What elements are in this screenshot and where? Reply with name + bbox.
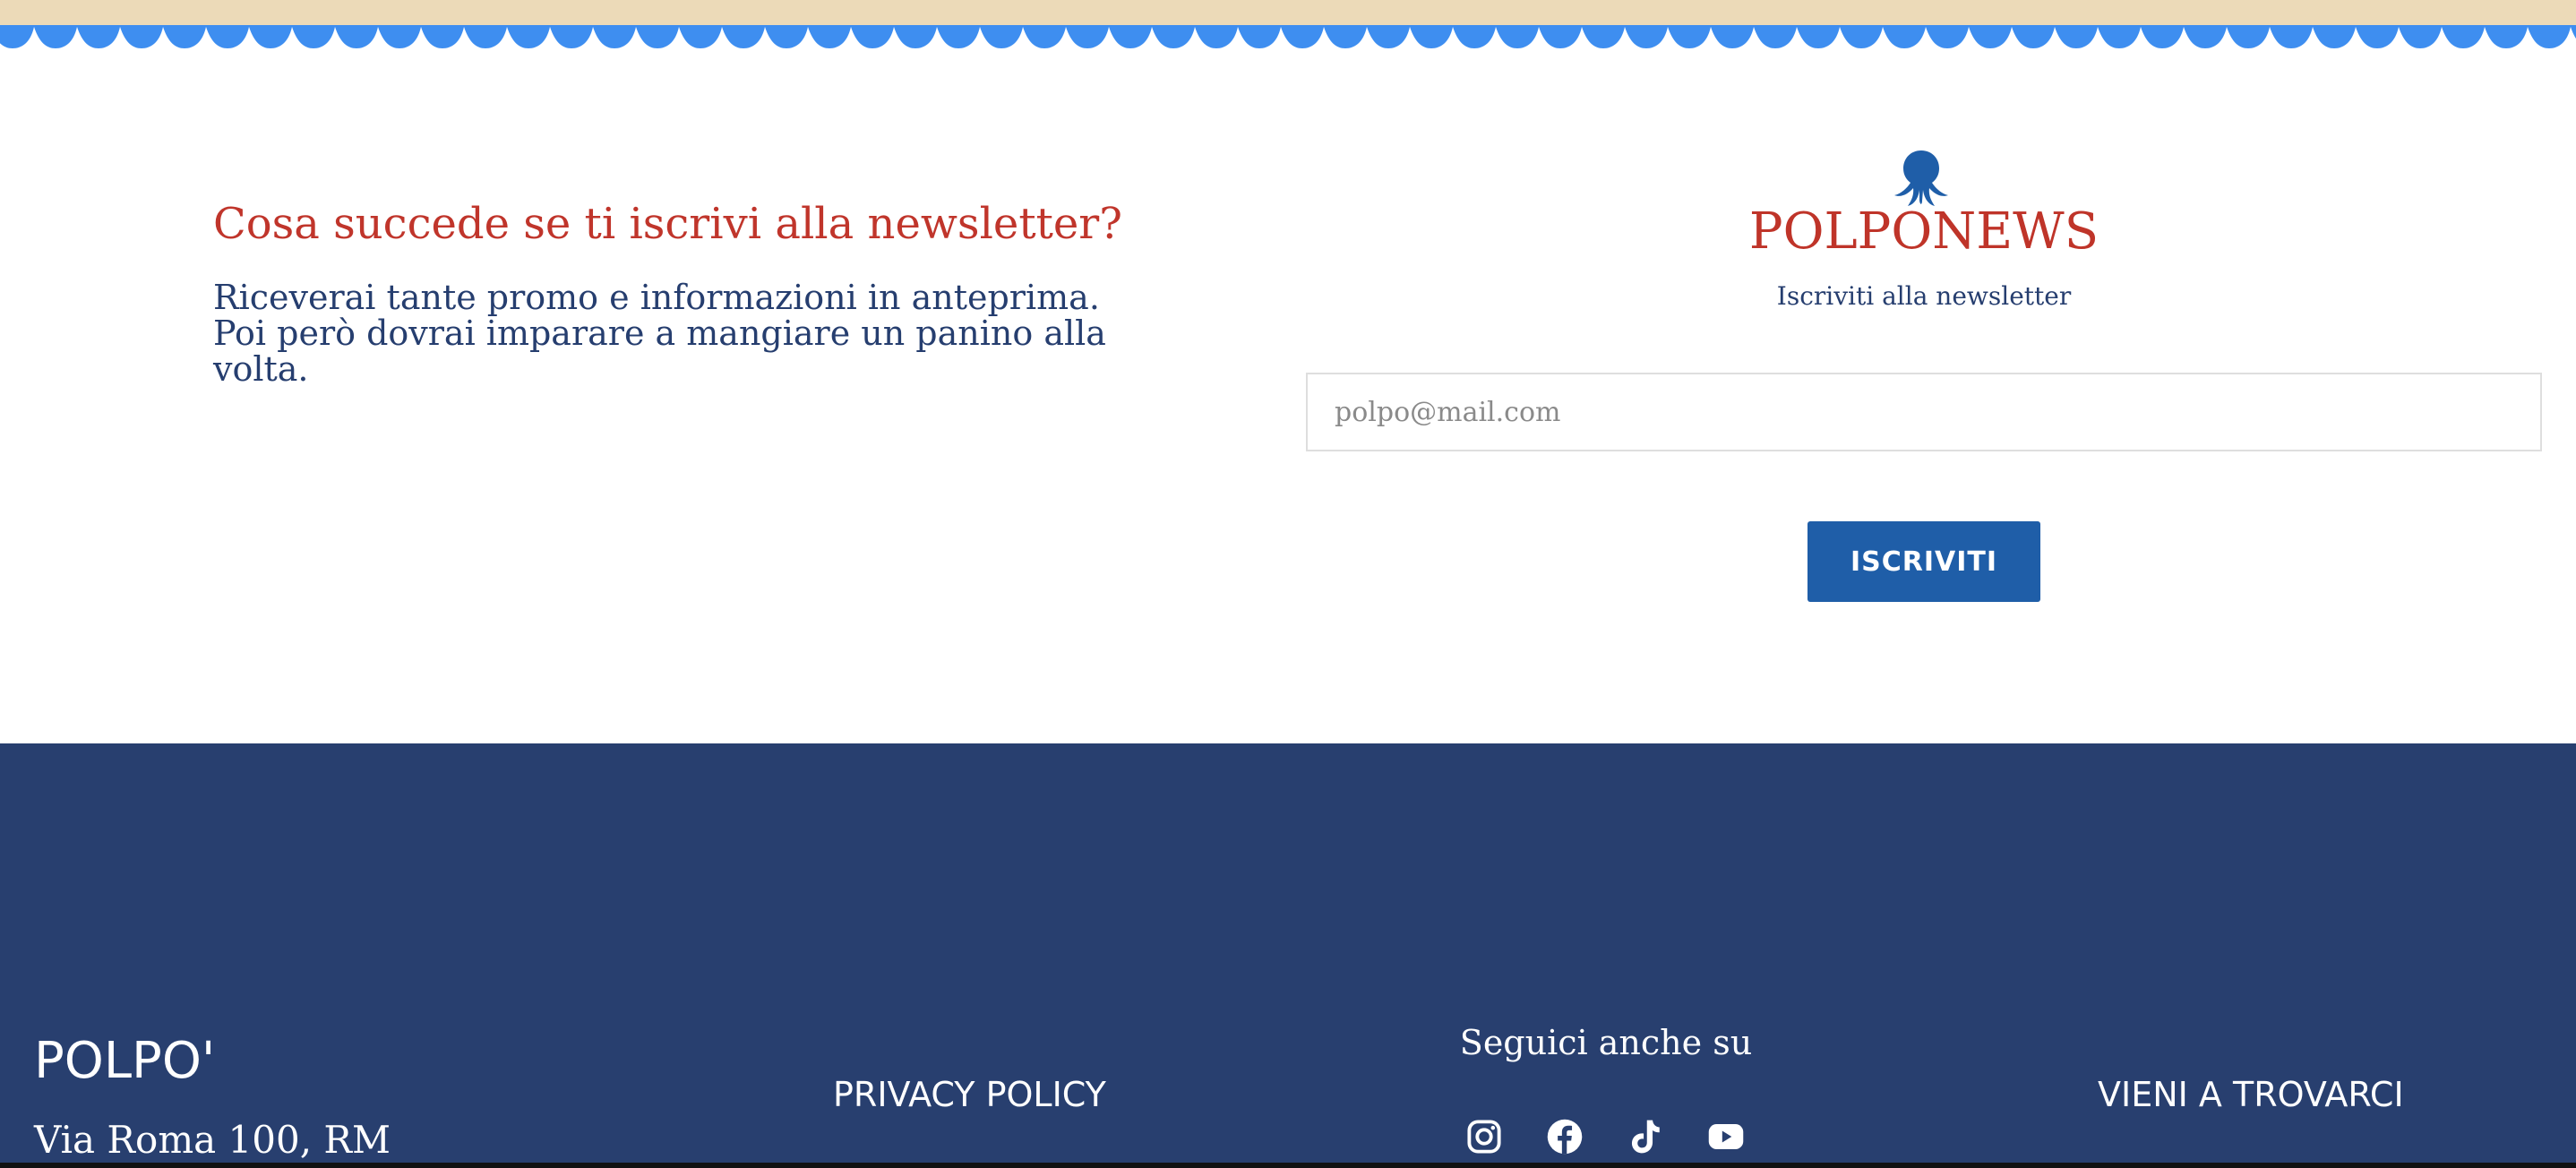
follow-us-heading: Seguici anche su [1459, 1023, 1753, 1062]
octopus-icon [1894, 150, 1948, 206]
wave-border [0, 25, 2576, 50]
newsletter-heading: Cosa succede se ti iscrivi alla newslett… [213, 199, 1122, 249]
top-decor-band [0, 0, 2576, 27]
email-input[interactable] [1306, 373, 2542, 451]
newsletter-section: Cosa succede se ti iscrivi alla newslett… [0, 50, 2576, 743]
privacy-policy-link[interactable]: PRIVACY POLICY [833, 1075, 1106, 1114]
youtube-icon[interactable] [1707, 1118, 1745, 1155]
site-footer: POLPO' Via Roma 100, RM PRIVACY POLICY S… [0, 743, 2576, 1168]
tiktok-icon[interactable] [1627, 1118, 1664, 1155]
newsletter-brand-title: POLPONEWS [1748, 202, 2099, 261]
footer-brand-name: POLPO' [34, 1032, 216, 1090]
subscribe-caption: Iscriviti alla newsletter [1776, 281, 2072, 311]
subscribe-button[interactable]: ISCRIVITI [1807, 521, 2040, 602]
footer-address: Via Roma 100, RM [34, 1118, 391, 1162]
newsletter-description: Riceverai tante promo e informazioni in … [213, 278, 1106, 389]
bottom-edge [0, 1163, 2576, 1168]
visit-us-heading: VIENI A TROVARCI [2098, 1075, 2404, 1114]
instagram-icon[interactable] [1465, 1118, 1503, 1155]
facebook-icon[interactable] [1546, 1118, 1584, 1155]
